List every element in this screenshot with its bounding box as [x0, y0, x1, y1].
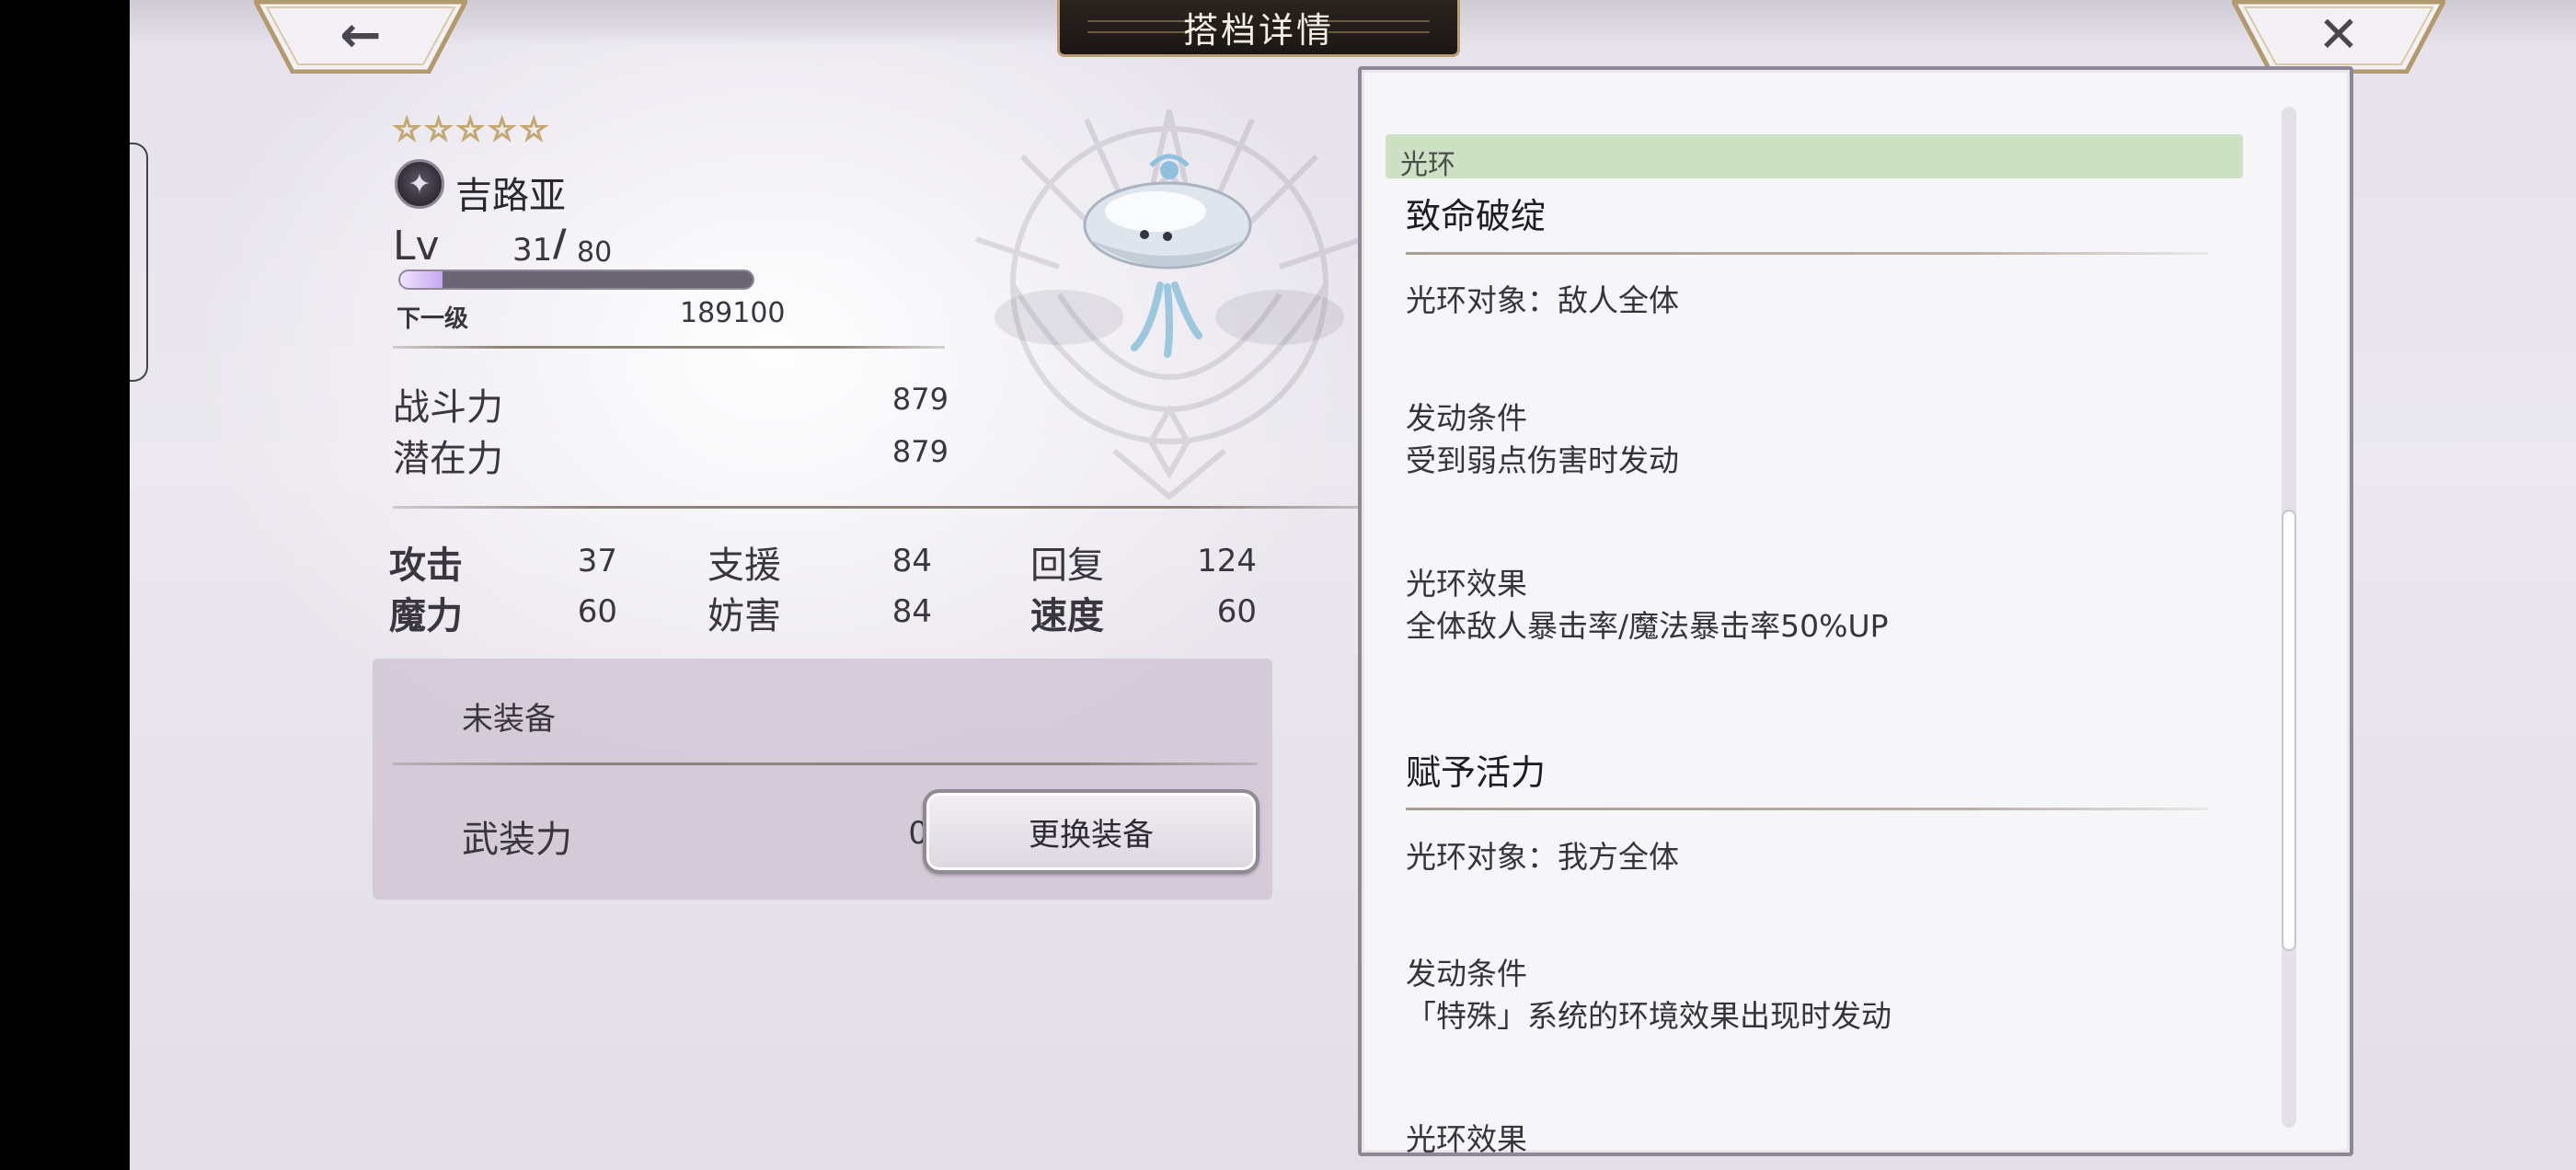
attack-label: 攻击 [389, 545, 463, 587]
potential-label: 潜在力 [393, 438, 503, 480]
change-equipment-button[interactable]: 更换装备 [923, 789, 1259, 874]
element-icon: ✦ [395, 159, 444, 209]
recovery-value: 124 [1197, 543, 1257, 579]
close-button[interactable]: ✕ [2232, 0, 2445, 74]
skill-title: 致命破绽 [1406, 196, 1547, 236]
close-icon: ✕ [2317, 5, 2360, 63]
next-level-value: 189100 [680, 297, 786, 329]
game-screen: ← 搭档详情 ✕ ☆ ☆ ☆ ☆ ☆ ✦ 吉路亚 Lv 31 / 80 下一级 … [130, 0, 2576, 1170]
star-icon: ☆ [392, 111, 422, 148]
skill-condition-label: 发动条件 [1406, 956, 1527, 992]
divider [393, 506, 1386, 509]
page-title: 搭档详情 [1182, 10, 1334, 51]
level-max: 80 [577, 236, 613, 269]
skill-condition: 受到弱点伤害时发动 [1406, 442, 1679, 478]
attack-value: 37 [577, 543, 617, 579]
title-plate: 搭档详情 [1057, 0, 1460, 57]
element-glyph: ✦ [408, 167, 431, 201]
aura-section-label: 光环 [1400, 149, 1455, 181]
divider [393, 763, 1258, 765]
potential-value: 879 [891, 434, 949, 469]
aura-detail-panel[interactable]: 光环 致命破绽 光环对象：敌人全体 发动条件 受到弱点伤害时发动 光环效果 全体… [1358, 66, 2353, 1156]
magic-value: 60 [577, 593, 617, 630]
next-level-label: 下一级 [397, 305, 469, 333]
skill-divider [1406, 808, 2208, 810]
hinder-label: 妨害 [707, 595, 781, 637]
back-arrow-icon: ← [339, 5, 382, 63]
star-icon: ☆ [487, 111, 517, 148]
level-slash: / [553, 223, 567, 265]
recovery-label: 回复 [1030, 545, 1104, 587]
skill-effect-label: 光环效果 [1406, 1121, 1527, 1156]
armed-power-label: 武装力 [462, 819, 572, 861]
skill-target: 光环对象：敌人全体 [1406, 282, 1679, 318]
rarity-stars: ☆ ☆ ☆ ☆ ☆ [392, 111, 549, 148]
level-current: 31 [512, 232, 553, 269]
support-label: 支援 [707, 545, 781, 587]
star-icon: ☆ [423, 111, 454, 148]
skill-divider [1406, 252, 2208, 255]
skill-effect-label: 光环效果 [1406, 566, 1527, 602]
combat-power-label: 战斗力 [393, 386, 503, 429]
speed-value: 60 [1216, 593, 1257, 630]
level-label: Lv [393, 223, 440, 270]
skill-condition-label: 发动条件 [1406, 400, 1527, 436]
title-ornament-right [1328, 20, 1430, 33]
skill-effect: 全体敌人暴击率/魔法暴击率50%UP [1406, 608, 1889, 644]
exp-bar-fill [400, 271, 443, 288]
hinder-value: 84 [891, 593, 932, 630]
back-button[interactable]: ← [254, 0, 467, 74]
skill-target: 光环对象：我方全体 [1406, 839, 1679, 875]
divider [393, 346, 945, 349]
camera-notch [130, 143, 148, 382]
star-icon: ☆ [455, 111, 486, 148]
skill-condition: 「特殊」系统的环境效果出现时发动 [1406, 998, 1892, 1034]
support-value: 84 [891, 543, 932, 579]
exp-bar [398, 270, 754, 290]
title-ornament-left [1087, 20, 1189, 33]
aura-section-header: 光环 [1386, 134, 2243, 181]
equipment-status: 未装备 [462, 701, 556, 738]
scrollbar-thumb[interactable] [2282, 510, 2296, 951]
partner-name: 吉路亚 [455, 175, 566, 217]
combat-power-value: 879 [891, 382, 949, 417]
skill-title: 赋予活力 [1406, 752, 1547, 793]
star-icon: ☆ [519, 111, 549, 148]
speed-label: 速度 [1030, 595, 1104, 637]
magic-label: 魔力 [389, 595, 463, 637]
armed-power-value: 0 [908, 815, 928, 852]
